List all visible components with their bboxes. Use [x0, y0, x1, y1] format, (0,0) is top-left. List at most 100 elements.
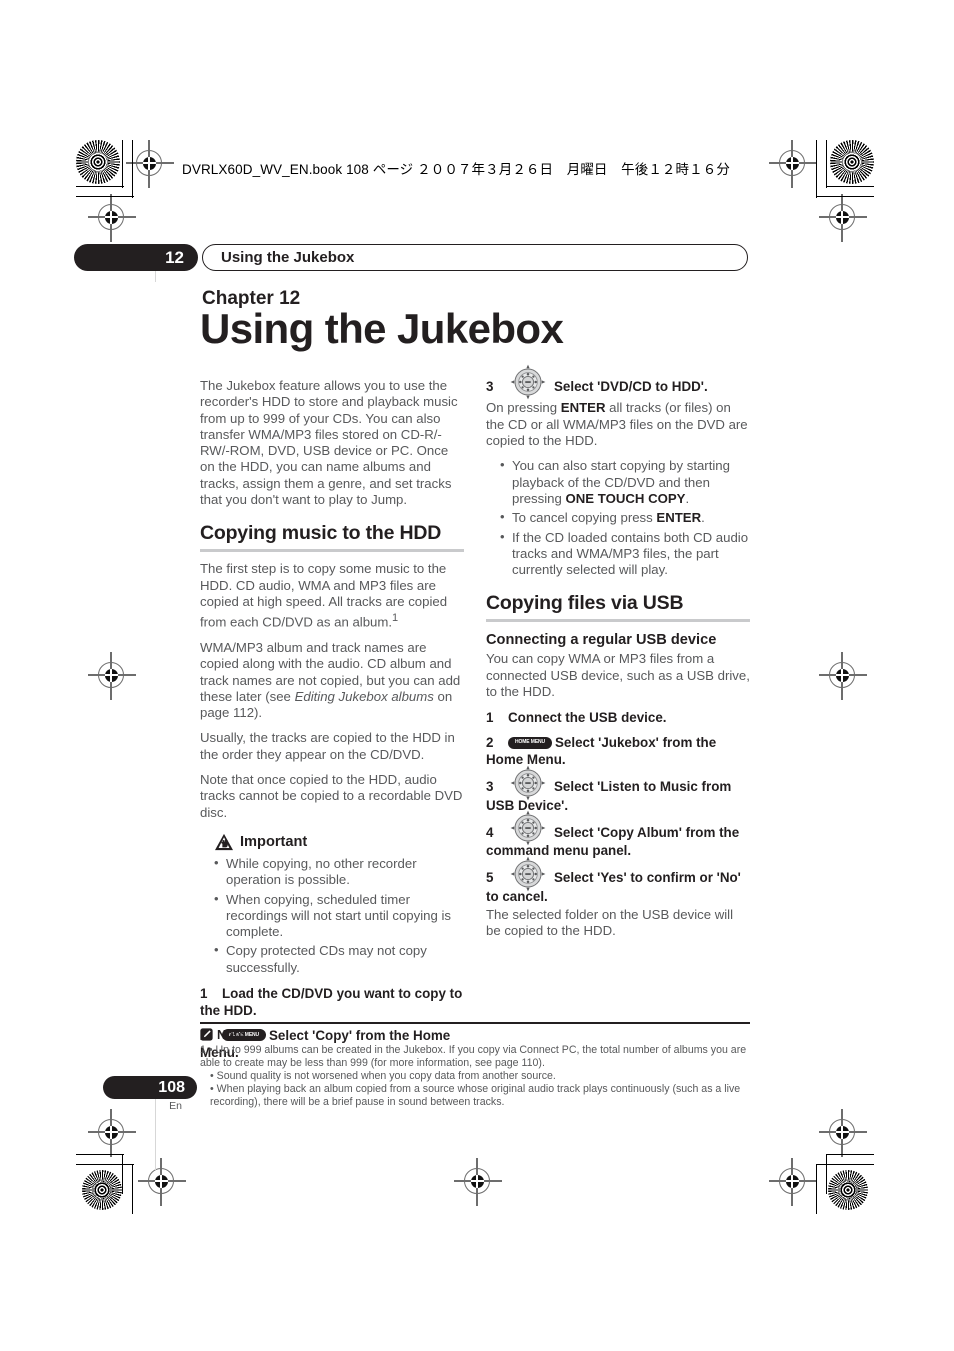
crop-mark-bottom-left-v2: [122, 1154, 123, 1194]
registration-mark-top-right: [769, 140, 817, 188]
intro-paragraph: The Jukebox feature allows you to use th…: [200, 378, 458, 508]
step-number: 5: [486, 870, 494, 886]
crop-mark-top-right-h: [826, 186, 874, 187]
print-density-mark-top-right: [830, 140, 874, 184]
copy-music-paragraph-4: Note that once copied to the HDD, audio …: [200, 772, 463, 820]
crop-mark-top-left-v2: [132, 140, 133, 198]
step-text: Connect the USB device.: [508, 710, 667, 726]
home-menu-icon-label: HOME MENU: [514, 739, 546, 746]
print-density-mark-bottom-right: [828, 1170, 868, 1210]
cross-reference-title: Editing Jukebox albums: [294, 688, 434, 704]
step-number: 1: [486, 710, 494, 726]
crop-mark-bottom-right-h: [816, 1164, 874, 1165]
footnote-item-1: 1 • Up to 999 albums can be created in t…: [200, 1044, 750, 1070]
list-item: You can also start copying by starting p…: [500, 457, 750, 507]
registration-mark-right-middle: [819, 652, 867, 700]
chapter-number-tab: 12: [74, 244, 198, 271]
crop-mark-top-left-h: [76, 186, 124, 187]
registration-mark-left-lower: [88, 1109, 136, 1157]
step-right-3-body: On pressing ENTER all tracks (or files) …: [486, 400, 750, 449]
important-bullet-list: While copying, no other recorder operati…: [200, 855, 464, 976]
registration-mark-right-lower: [819, 1109, 867, 1157]
button-name-one-touch-copy: ONE TOUCH COPY: [565, 490, 686, 506]
step3-body-lead: On pressing: [486, 400, 561, 416]
list-item: If the CD loaded contains both CD audio …: [500, 529, 750, 579]
copy-music-paragraph-3: Usually, the tracks are copied to the HD…: [200, 730, 455, 762]
warning-triangle-icon: [215, 833, 233, 851]
registration-mark-top-left: [126, 140, 174, 188]
footnote-block: Note 1 • Up to 999 albums can be created…: [200, 1022, 750, 1110]
section-rule: [486, 619, 750, 623]
book-file-header: DVRLX60D_WV_EN.book 108 ページ ２００７年３月２６日 月…: [182, 162, 730, 177]
step-text: Select 'DVD/CD to HDD'.: [554, 379, 708, 394]
footnote-ref-1: 1: [392, 612, 399, 625]
page-number-badge: 108: [103, 1076, 197, 1099]
step-right-usb-5: 5 Select 'Yes' to confirm or 'No' to can…: [486, 856, 750, 904]
footnote-text: Sound quality is not worsened when you c…: [216, 1070, 556, 1082]
step-number: 4: [486, 824, 494, 840]
step-right-3: 3 Select 'DVD/CD to HDD'.: [486, 365, 750, 400]
step-left-1: 1 Load the CD/DVD you want to copy to the…: [200, 985, 464, 1019]
home-menu-button-icon: HOME MENU: [508, 736, 552, 749]
step-text: Load the CD/DVD you want to copy to the …: [200, 986, 463, 1018]
step-number: 2: [486, 735, 494, 751]
registration-mark-left-middle: [88, 652, 136, 700]
usb-intro-paragraph: You can copy WMA or MP3 files from a con…: [486, 651, 750, 700]
cursor-pad-enter-icon: [508, 808, 548, 848]
section-heading-copying-usb: Copying files via USB: [486, 592, 684, 615]
list-item: Copy protected CDs may not copy successf…: [214, 942, 464, 976]
print-density-mark-bottom-left: [82, 1170, 122, 1210]
crop-mark-top-left-h2: [76, 196, 134, 197]
footnote-bullet: •: [208, 1043, 213, 1056]
running-head-title: Using the Jukebox: [202, 244, 748, 271]
document-page: DVRLX60D_WV_EN.book 108 ページ ２００７年３月２６日 月…: [0, 0, 954, 1351]
crop-mark-top-right-v: [826, 140, 827, 188]
pencil-note-icon: [200, 1028, 213, 1041]
button-name-enter: ENTER: [560, 400, 606, 416]
page-title: Using the Jukebox: [200, 305, 564, 352]
step-number: 1: [200, 986, 208, 1001]
cursor-pad-enter-icon: [508, 362, 548, 402]
note-label: Note: [217, 1027, 245, 1042]
crop-mark-bottom-left-h2: [76, 1154, 124, 1155]
crop-mark-bottom-left-v: [132, 1164, 133, 1214]
print-density-mark-top-left: [76, 140, 120, 184]
step-number: 3: [486, 379, 494, 394]
footnote-divider: [200, 1022, 750, 1024]
list-item: When copying, scheduled timer recordings…: [214, 891, 464, 941]
step3-bullet-list: You can also start copying by starting p…: [486, 457, 750, 579]
crop-mark-bottom-right-v2: [826, 1154, 827, 1194]
crop-mark-top-right-h2: [816, 196, 874, 197]
step-right-usb-1: 1 Connect the USB device.: [486, 709, 750, 726]
important-callout-label: Important: [240, 833, 308, 850]
copy-music-paragraph-2: WMA/MP3 album and track names are copied…: [200, 640, 464, 721]
subsection-heading-connecting-usb: Connecting a regular USB device: [486, 632, 717, 649]
registration-mark-bottom-center: [454, 1158, 502, 1206]
right-column: 3 Select 'DVD/CD to HDD'. On pressing EN…: [486, 365, 750, 948]
registration-mark-bottom-right: [769, 1158, 817, 1206]
section-rule: [200, 549, 464, 553]
crop-mark-bottom-right-v: [816, 1164, 817, 1214]
list-item: While copying, no other recorder operati…: [214, 855, 464, 889]
crop-mark-top-right-v2: [816, 140, 817, 198]
cursor-pad-enter-icon: [508, 854, 548, 894]
registration-mark-bottom-left: [138, 1158, 186, 1206]
bullet-tail: .: [701, 510, 705, 526]
button-name-enter: ENTER: [656, 510, 702, 526]
footnote-text: Up to 999 albums can be created in the J…: [200, 1043, 747, 1069]
page-language-code: En: [169, 1100, 182, 1112]
footnote-number: 1: [200, 1043, 206, 1056]
registration-mark-right-upper: [819, 194, 867, 242]
bullet-tail: .: [685, 490, 690, 506]
note-header: Note: [200, 1028, 750, 1042]
important-callout-header: Important: [214, 833, 464, 851]
footnote-item-2: • Sound quality is not worsened when you…: [200, 1070, 750, 1083]
left-column: The Jukebox feature allows you to use th…: [200, 378, 464, 1069]
footnote-item-3: • When playing back an album copied from…: [200, 1083, 750, 1109]
crop-mark-bottom-right-h2: [826, 1154, 874, 1155]
crop-mark-top-left-v: [122, 140, 123, 188]
step-right-usb-5-body: The selected folder on the USB device wi…: [486, 906, 734, 938]
registration-mark-left-upper: [88, 194, 136, 242]
list-item: To cancel copying press ENTER.: [500, 509, 750, 526]
footnote-bullet: •: [210, 1083, 214, 1096]
